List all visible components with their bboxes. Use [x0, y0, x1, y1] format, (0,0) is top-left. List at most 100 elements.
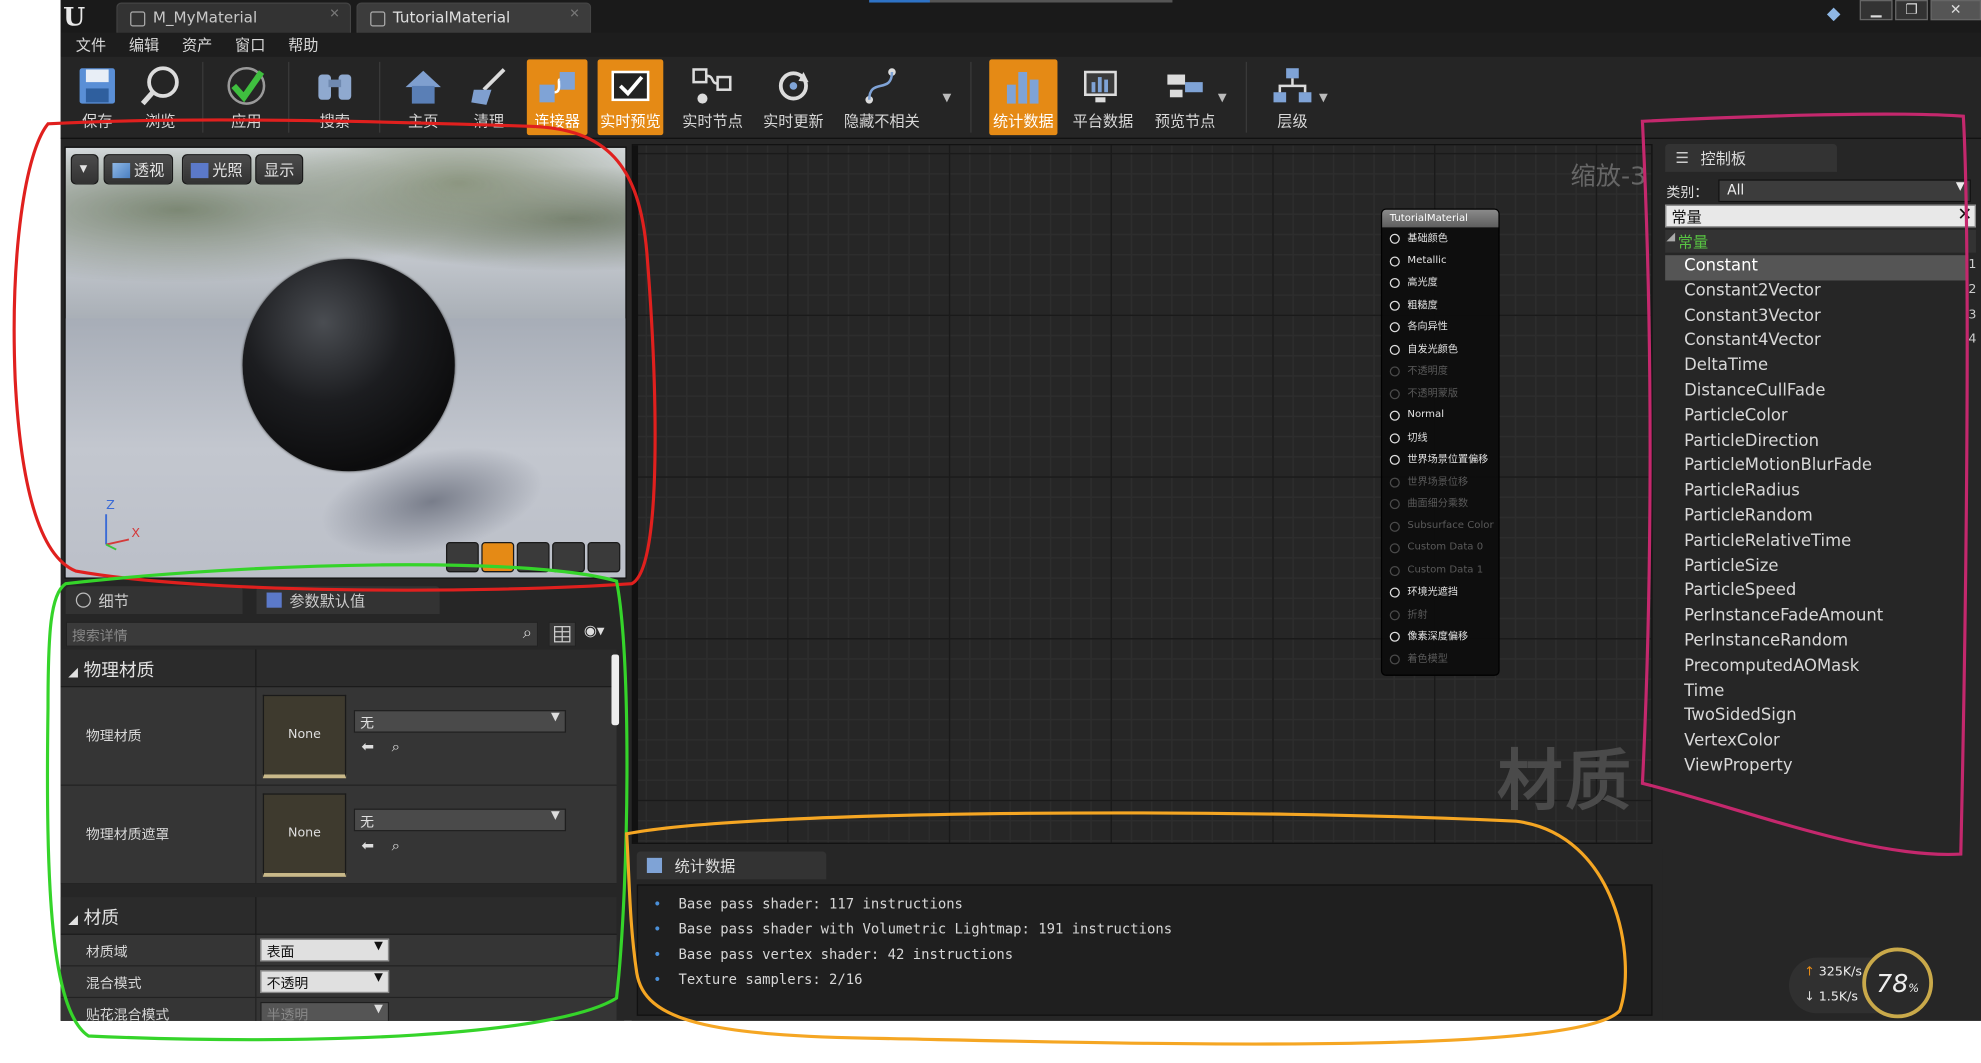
- browse-search-icon[interactable]: ⌕: [392, 836, 401, 855]
- plane-preview-button[interactable]: [516, 541, 550, 573]
- palette-item[interactable]: ParticleSize: [1665, 555, 1968, 580]
- palette-item[interactable]: PrecomputedAOMask: [1665, 655, 1968, 680]
- palette-item[interactable]: PerInstanceRandom: [1665, 630, 1968, 655]
- details-scrollbar[interactable]: [611, 654, 620, 726]
- restore-button[interactable]: ❐: [1895, 0, 1928, 21]
- category-physical-material[interactable]: ◢ 物理材质: [60, 649, 617, 688]
- asset-picker-combo[interactable]: 无 ▼: [353, 710, 567, 733]
- palette-item[interactable]: ParticleDirection: [1665, 430, 1968, 455]
- node-input-pin[interactable]: 世界场景位置偏移: [1382, 449, 1498, 471]
- material-domain-select[interactable]: 表面 ▼: [260, 938, 390, 962]
- node-input-pin[interactable]: Custom Data 1: [1382, 559, 1498, 581]
- palette-item[interactable]: DistanceCullFade: [1665, 380, 1968, 405]
- palette-item[interactable]: PerInstanceFadeAmount: [1665, 605, 1968, 630]
- category-select[interactable]: All ▼: [1718, 179, 1971, 203]
- doc-tab-tutorialmaterial[interactable]: TutorialMaterial ✕: [356, 2, 592, 33]
- view-options-button[interactable]: ◉▾: [584, 622, 619, 647]
- menu-asset[interactable]: 资产: [172, 33, 225, 57]
- use-selected-arrow-icon[interactable]: ⬅: [361, 738, 374, 756]
- teapot-preview-button[interactable]: [587, 541, 621, 573]
- tab-palette[interactable]: ☰ 控制板: [1665, 144, 1837, 172]
- menu-window[interactable]: 窗口: [225, 33, 278, 57]
- live-preview-button[interactable]: 实时预览: [597, 59, 664, 136]
- preview-sphere[interactable]: [242, 258, 455, 472]
- node-input-pin[interactable]: 环境光遮挡: [1382, 581, 1498, 603]
- palette-item[interactable]: DeltaTime: [1665, 355, 1968, 380]
- save-button[interactable]: 保存: [68, 59, 126, 135]
- palette-item[interactable]: ParticleRandom: [1665, 505, 1968, 530]
- asset-picker-combo[interactable]: 无 ▼: [353, 808, 567, 832]
- live-update-button[interactable]: 实时更新: [761, 59, 827, 135]
- node-input-pin[interactable]: 不透明度: [1382, 360, 1498, 382]
- clear-search-icon[interactable]: ✕: [1957, 205, 1972, 225]
- palette-item[interactable]: VertexColor: [1665, 730, 1968, 755]
- memory-usage-circle[interactable]: 78%: [1862, 947, 1934, 1019]
- connectors-button[interactable]: 连接器: [526, 59, 588, 136]
- palette-item[interactable]: ParticleSpeed: [1665, 580, 1968, 605]
- node-input-pin[interactable]: 世界场景位移: [1382, 471, 1498, 493]
- toolbar-more-dropdown[interactable]: ▼: [942, 92, 951, 105]
- material-preview-viewport[interactable]: ▾ 透视 光照 显示 Z X: [64, 146, 627, 579]
- palette-item[interactable]: Constant3Vector: [1665, 305, 1968, 330]
- category-material[interactable]: ◢ 材质: [60, 897, 617, 935]
- lit-button[interactable]: 光照: [181, 154, 252, 185]
- node-input-pin[interactable]: 粗糙度: [1382, 294, 1498, 316]
- apply-button[interactable]: 应用: [217, 59, 275, 135]
- menu-file[interactable]: 文件: [66, 33, 119, 57]
- material-result-node[interactable]: TutorialMaterial 基础颜色 Metallic 高光度 粗糙度 各向异性自…: [1380, 208, 1500, 676]
- node-input-pin[interactable]: 曲面细分乘数: [1382, 493, 1498, 515]
- live-nodes-button[interactable]: 实时节点: [680, 59, 746, 135]
- node-input-pin[interactable]: 高光度: [1382, 272, 1498, 294]
- doc-tab-m-mymaterial[interactable]: M_MyMaterial ✕: [116, 2, 352, 33]
- palette-search-input[interactable]: 常量 ✕: [1665, 204, 1976, 228]
- cube-preview-button[interactable]: [552, 541, 585, 573]
- hierarchy-dropdown[interactable]: ▼: [1319, 92, 1328, 105]
- node-input-pin[interactable]: 像素深度偏移: [1382, 625, 1498, 647]
- node-input-pin[interactable]: Normal: [1382, 404, 1498, 426]
- node-input-pin[interactable]: Metallic: [1382, 250, 1498, 272]
- node-input-pin[interactable]: 基础颜色: [1382, 227, 1498, 249]
- palette-item[interactable]: Constant2Vector: [1665, 280, 1968, 305]
- tab-parameter-defaults[interactable]: 参数默认值: [256, 586, 440, 615]
- node-input-pin[interactable]: Custom Data 0: [1382, 537, 1498, 559]
- palette-item[interactable]: TwoSidedSign: [1665, 705, 1968, 730]
- sphere-preview-button[interactable]: [481, 541, 515, 573]
- platform-stats-button[interactable]: 平台数据: [1068, 59, 1139, 135]
- feedback-icon[interactable]: ◆: [1827, 4, 1850, 24]
- node-input-pin[interactable]: 各向异性: [1382, 316, 1498, 338]
- use-selected-arrow-icon[interactable]: ⬅: [361, 836, 374, 854]
- palette-item[interactable]: ParticleColor: [1665, 405, 1968, 430]
- palette-item[interactable]: Constant4Vector: [1665, 330, 1968, 355]
- show-button[interactable]: 显示: [255, 154, 304, 185]
- palette-item[interactable]: ParticleRadius: [1665, 480, 1968, 505]
- close-window-button[interactable]: ✕: [1930, 0, 1981, 21]
- node-input-pin[interactable]: Subsurface Color: [1382, 515, 1498, 537]
- preview-node-button[interactable]: 预览节点: [1150, 59, 1221, 135]
- node-input-pin[interactable]: 着色模型: [1382, 647, 1498, 669]
- node-input-pin[interactable]: 切线: [1382, 426, 1498, 448]
- clean-button[interactable]: 清理: [460, 59, 518, 135]
- asset-thumbnail[interactable]: None: [262, 793, 347, 877]
- blend-mode-select[interactable]: 不透明 ▼: [260, 970, 390, 994]
- cylinder-preview-button[interactable]: [445, 541, 479, 573]
- palette-group-constants[interactable]: ◢ 常量: [1665, 229, 1976, 253]
- node-input-pin[interactable]: 自发光颜色: [1382, 338, 1498, 360]
- palette-item[interactable]: Constant: [1665, 255, 1969, 281]
- perspective-button[interactable]: 透视: [103, 154, 174, 185]
- details-search-input[interactable]: 搜索详情 ⌕: [65, 621, 539, 647]
- node-input-pin[interactable]: 不透明蒙版: [1382, 382, 1498, 404]
- tab-stats[interactable]: 统计数据: [636, 851, 827, 880]
- menu-help[interactable]: 帮助: [278, 33, 331, 57]
- palette-item[interactable]: ParticleMotionBlurFade: [1665, 455, 1968, 480]
- preview-node-dropdown[interactable]: ▼: [1218, 92, 1227, 105]
- node-input-pin[interactable]: 折射: [1382, 603, 1498, 625]
- palette-item[interactable]: Time: [1665, 680, 1968, 705]
- search-button[interactable]: 搜索: [306, 59, 364, 135]
- palette-item[interactable]: ParticleRelativeTime: [1665, 530, 1968, 555]
- hide-unrelated-button[interactable]: 隐藏不相关: [841, 59, 922, 135]
- browse-button[interactable]: 浏览: [131, 59, 189, 135]
- property-matrix-button[interactable]: [548, 621, 577, 647]
- tab-details[interactable]: 细节: [65, 586, 243, 615]
- menu-edit[interactable]: 编辑: [119, 33, 172, 57]
- unreal-logo-icon[interactable]: U: [63, 1, 93, 31]
